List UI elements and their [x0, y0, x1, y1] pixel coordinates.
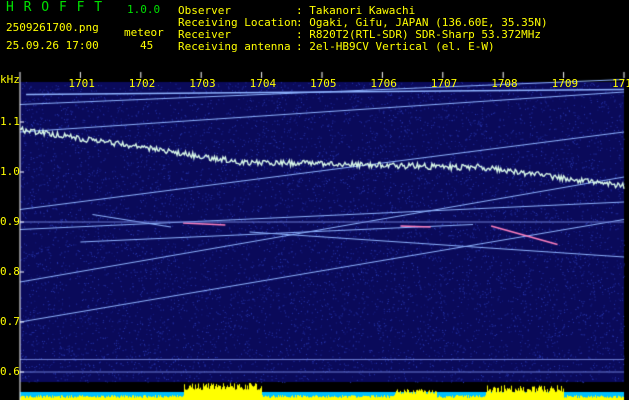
antenna-label: Receiving antenna [178, 40, 291, 53]
y-axis-unit: kHz [0, 73, 20, 86]
app-version: 1.0.0 [127, 3, 161, 16]
meteor-label: meteor [124, 26, 164, 39]
date-time: 25.09.26 17:00 [6, 39, 99, 52]
spectrogram-canvas [0, 0, 629, 400]
x-tick-label: 1706 [370, 77, 397, 90]
x-tick-label: 1701 [68, 77, 95, 90]
y-tick-label: 1.0 [0, 165, 20, 178]
file-name: 2509261700.png [6, 21, 99, 34]
y-tick-label: 0.8 [0, 265, 20, 278]
x-tick-label: 1710 [612, 77, 629, 90]
y-tick-label: 0.9 [0, 215, 20, 228]
x-tick-label: 1709 [551, 77, 579, 90]
x-tick-label: 1708 [491, 77, 518, 90]
meteor-count: 45 [140, 39, 154, 52]
antenna-value: : 2el-HB9CV Vertical (el. E-W) [296, 40, 495, 53]
x-tick-label: 1703 [189, 77, 216, 90]
y-tick-label: 1.1 [0, 115, 20, 128]
x-tick-label: 1705 [310, 77, 337, 90]
app-title: H R O F F T [6, 0, 104, 15]
x-tick-label: 1704 [249, 77, 277, 90]
y-tick-label: 0.6 [0, 365, 20, 378]
x-tick-label: 1707 [430, 77, 458, 90]
x-tick-label: 1702 [128, 77, 156, 90]
y-tick-label: 0.7 [0, 315, 20, 328]
